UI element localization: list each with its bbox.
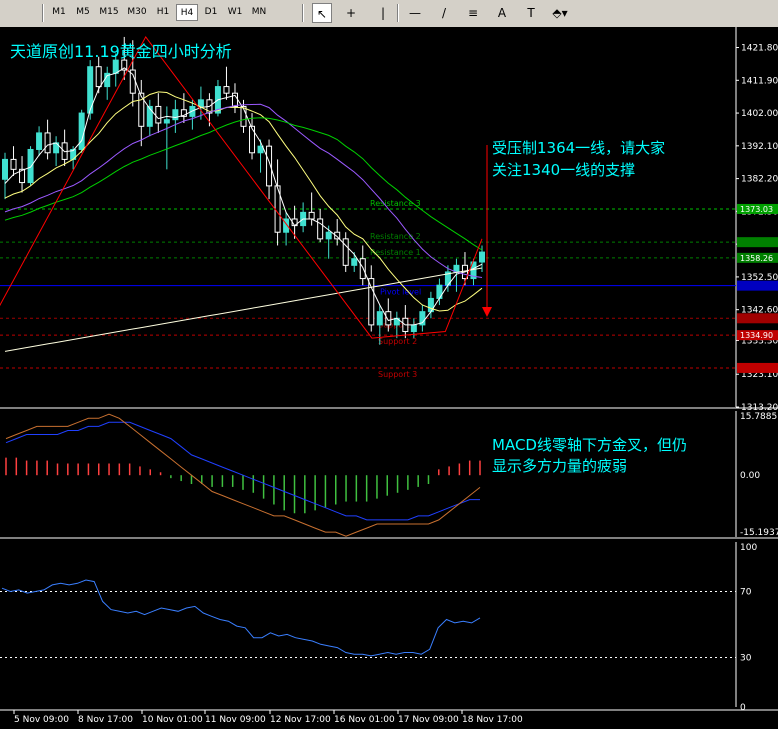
- candle-body: [172, 109, 179, 121]
- candle-body: [95, 66, 102, 88]
- candle-body: [2, 158, 8, 180]
- chart-area[interactable]: 1421.801411.901402.001392.101382.201372.…: [0, 27, 778, 729]
- level-price-tag: [737, 362, 778, 373]
- rsi-tick-label: 0: [740, 703, 746, 713]
- price-tick-label: 1382.20: [741, 175, 778, 185]
- timeframe-m15[interactable]: M15: [96, 4, 122, 21]
- time-tick-label: 16 Nov 01:00: [334, 715, 395, 725]
- candle-body: [325, 231, 332, 240]
- macd-annotation-line1: MACD线零轴下方金叉，但仍: [492, 436, 687, 454]
- candle-body: [308, 211, 315, 220]
- candle-body: [223, 86, 230, 94]
- candle-body: [146, 105, 153, 127]
- time-tick-label: 12 Nov 17:00: [270, 715, 331, 725]
- timeframe-m1[interactable]: M1: [48, 4, 70, 21]
- shapes-dropdown-icon[interactable]: ⬘▾: [550, 3, 570, 23]
- level-price-tag-label: 1373.03: [740, 205, 773, 214]
- timeframe-w1[interactable]: W1: [224, 4, 246, 21]
- rsi-tick-label: 70: [740, 588, 752, 598]
- macd-tick-label: 0.00: [740, 471, 760, 481]
- candle-body: [410, 324, 417, 333]
- level-label: Resistance 2: [370, 232, 421, 241]
- text-icon[interactable]: A: [492, 3, 512, 23]
- candle-body: [78, 112, 85, 150]
- fibonacci-icon[interactable]: ≡: [463, 3, 483, 23]
- price-annotation-line2: 关注1340一线的支撑: [492, 161, 635, 179]
- time-tick-label: 5 Nov 09:00: [14, 715, 69, 725]
- candle-body: [112, 59, 119, 74]
- horizontal-line-icon[interactable]: —: [405, 3, 425, 23]
- timeframe-mn[interactable]: MN: [248, 4, 270, 21]
- text-label-icon[interactable]: T: [521, 3, 541, 23]
- toolbar-separator: [42, 4, 44, 22]
- level-price-tag: [737, 313, 778, 324]
- price-tick-label: 1402.00: [741, 109, 778, 119]
- vertical-line-icon[interactable]: |: [373, 3, 393, 23]
- candle-body: [351, 258, 358, 266]
- candle-body: [155, 105, 162, 124]
- price-annotation-line1: 受压制1364一线，请大家: [492, 139, 665, 157]
- timeframe-h4[interactable]: H4: [176, 4, 198, 21]
- timeframe-m30[interactable]: M30: [124, 4, 150, 21]
- macd-tick-label: -15.1937: [740, 528, 778, 538]
- candle-body: [197, 99, 204, 107]
- candle-body: [163, 119, 170, 124]
- trendline-icon[interactable]: /: [434, 3, 454, 23]
- toolbar-separator: [397, 4, 399, 22]
- macd-annotation-line2: 显示多方力量的疲弱: [492, 457, 627, 475]
- price-tick-label: 1421.80: [741, 44, 778, 54]
- level-price-tag: [737, 237, 778, 248]
- macd-tick-label: 15.7885: [740, 412, 777, 422]
- level-label: Pivot level: [380, 288, 421, 297]
- timeframe-h1[interactable]: H1: [152, 4, 174, 21]
- candle-body: [249, 125, 256, 154]
- chart-title: 天道原创11.19黄金四小时分析: [10, 42, 232, 61]
- time-tick-label: 17 Nov 09:00: [398, 715, 459, 725]
- rsi-tick-label: 30: [740, 654, 752, 664]
- candle-body: [27, 148, 34, 184]
- crosshair-icon[interactable]: +: [341, 3, 361, 23]
- level-label: Support 2: [378, 337, 417, 346]
- candle-body: [342, 238, 349, 266]
- chart-toolbar: M1 M5 M15 M30 H1 H4 D1 W1 MN ↖ + | — / ≡ A T ⬘▾: [0, 0, 778, 28]
- level-label: Support 3: [378, 370, 417, 379]
- candle-body: [44, 132, 51, 154]
- time-tick-label: 11 Nov 09:00: [205, 715, 266, 725]
- toolbar-separator: [302, 4, 304, 22]
- time-tick-label: 10 Nov 01:00: [142, 715, 203, 725]
- price-tick-label: 1411.90: [741, 76, 778, 86]
- time-tick-label: 8 Nov 17:00: [78, 715, 133, 725]
- cursor-icon[interactable]: ↖: [312, 3, 332, 23]
- timeframe-d1[interactable]: D1: [200, 4, 222, 21]
- timeframe-m5[interactable]: M5: [72, 4, 94, 21]
- level-price-tag-label: 1334.90: [740, 331, 773, 340]
- candle-body: [479, 251, 485, 263]
- time-tick-label: 18 Nov 17:00: [462, 715, 523, 725]
- candle-body: [368, 278, 375, 326]
- candle-body: [376, 311, 383, 326]
- level-price-tag-label: 1358.26: [740, 254, 773, 263]
- rsi-tick-label: 100: [740, 543, 757, 553]
- price-tick-label: 1392.10: [741, 142, 778, 152]
- candle-body: [10, 158, 17, 170]
- candle-body: [36, 132, 43, 150]
- level-price-tag: [737, 280, 778, 291]
